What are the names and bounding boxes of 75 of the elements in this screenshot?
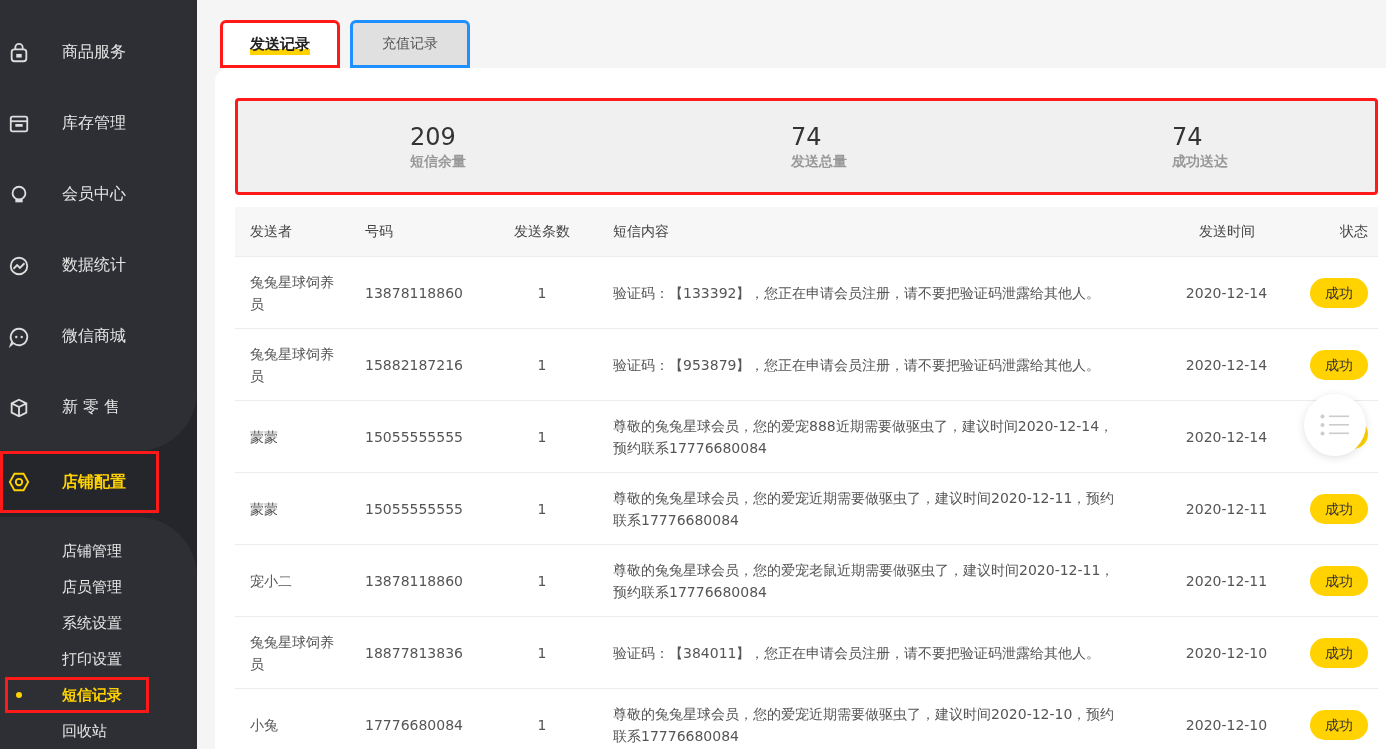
submenu-item[interactable]: 系统设置 [0,605,149,641]
nav-item[interactable]: 会员中心 [0,159,197,230]
nav-item[interactable]: 微信商城 [0,301,197,372]
tab[interactable]: 发送记录 [220,20,340,68]
nav-item[interactable]: 店铺配置 [0,451,159,513]
table-cell: 验证码：【384011】，您正在申请会员注册，请不要把验证码泄露给其他人。 [593,616,1158,689]
table-cell: 2020-12-14 [1158,256,1295,329]
table-cell: 小兔 [235,688,365,749]
bag-icon [8,41,30,64]
table-cell: 18877813836 [365,616,491,689]
stat-label: 短信余量 [410,152,466,171]
table-cell: 蒙蒙 [235,400,365,473]
cube-icon [8,396,30,419]
submenu-item[interactable]: 店员管理 [0,569,149,605]
table-cell: 1 [491,688,593,749]
stat-value: 74 [1172,122,1204,151]
table-cell: 2020-12-11 [1158,472,1295,545]
table-cell: 1 [491,544,593,617]
column-header: 发送时间 [1158,207,1295,257]
table-cell: 兔兔星球饲养员 [235,616,365,689]
status-badge: 成功 [1310,349,1368,380]
chat-icon [8,325,30,348]
column-header: 发送条数 [491,207,593,257]
table-cell: 1 [491,328,593,401]
status-badge: 成功 [1310,637,1368,668]
list-icon [1320,414,1350,436]
submenu-item[interactable]: 回收站 [0,713,149,749]
table-cell: 宠小二 [235,544,365,617]
table-cell: 尊敬的兔兔星球会员，您的爱宠近期需要做驱虫了，建议时间2020-12-10，预约联系17776680084 [593,688,1158,749]
submenu-item[interactable]: 打印设置 [0,641,149,677]
table-cell: 2020-12-14 [1158,328,1295,401]
table-cell: 2020-12-10 [1158,688,1295,749]
table-cell: 兔兔星球饲养员 [235,328,365,401]
status-badge: 成功 [1310,277,1368,308]
table-cell: 尊敬的兔兔星球会员，您的爱宠近期需要做驱虫了，建议时间2020-12-11，预约联系17776680084 [593,472,1158,545]
table-cell: 1 [491,256,593,329]
table-cell: 验证码：【133392】，您正在申请会员注册，请不要把验证码泄露给其他人。 [593,256,1158,329]
nav-item[interactable]: 新 零 售 [0,372,197,443]
stat-label: 发送总量 [791,152,847,171]
status-badge: 成功 [1310,565,1368,596]
table-cell: 15882187216 [365,328,491,401]
column-header: 号码 [365,207,491,257]
bullet-icon [16,692,22,698]
table-cell: 1 [491,400,593,473]
tab[interactable]: 充值记录 [350,20,470,68]
nav-item[interactable]: 商品服务 [0,17,197,88]
column-header: 发送者 [235,207,365,257]
table-cell: 验证码：【953879】，您正在申请会员注册，请不要把验证码泄露给其他人。 [593,328,1158,401]
table-cell: 2020-12-10 [1158,616,1295,689]
status-badge: 成功 [1310,493,1368,524]
hexagon-icon [8,471,30,493]
table-cell: 蒙蒙 [235,472,365,545]
table-cell: 1 [491,616,593,689]
status-badge: 成功 [1310,709,1368,740]
column-header: 短信内容 [593,207,1158,257]
table-cell: 13878118860 [365,256,491,329]
nav-item[interactable]: 数据统计 [0,230,197,301]
stat-label: 成功送达 [1172,152,1228,171]
submenu-item[interactable]: 店铺管理 [0,533,149,569]
table-cell: 2020-12-14 [1158,400,1295,473]
table-cell: 17776680084 [365,688,491,749]
table-cell: 1 [491,472,593,545]
table-cell: 兔兔星球饲养员 [235,256,365,329]
table-cell: 15055555555 [365,400,491,473]
submenu-item[interactable]: 短信记录 [5,677,149,713]
chart-icon [8,254,30,277]
table-cell: 尊敬的兔兔星球会员，您的爱宠老鼠近期需要做驱虫了，建议时间2020-12-11，预约联系17776680084 [593,544,1158,617]
table-cell: 尊敬的兔兔星球会员，您的爱宠888近期需要做驱虫了，建议时间2020-12-14，预约联系17776680084 [593,400,1158,473]
stat-value: 74 [791,122,823,151]
column-header: 状态 [1295,207,1378,257]
stat-value: 209 [410,122,457,151]
table-cell: 2020-12-11 [1158,544,1295,617]
table-cell: 15055555555 [365,472,491,545]
nav-item[interactable]: 库存管理 [0,88,197,159]
table-cell: 13878118860 [365,544,491,617]
